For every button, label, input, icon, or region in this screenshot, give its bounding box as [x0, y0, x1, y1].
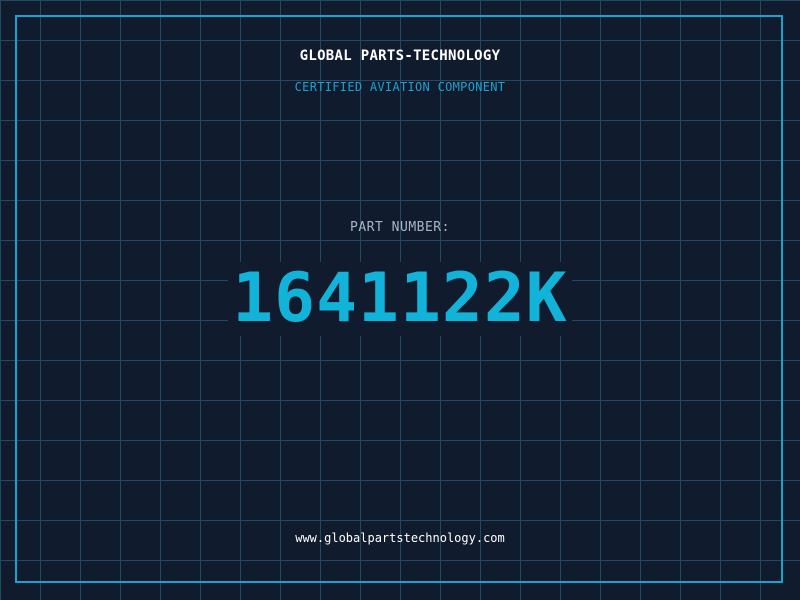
website-url: www.globalpartstechnology.com [295, 531, 505, 545]
part-number-label: PART NUMBER: [350, 220, 450, 235]
part-number-value: 1641122K [228, 262, 572, 336]
part-number-container: 1641122K [0, 262, 800, 336]
company-title: GLOBAL PARTS-TECHNOLOGY [299, 48, 501, 64]
certification-subtitle: CERTIFIED AVIATION COMPONENT [294, 80, 506, 94]
